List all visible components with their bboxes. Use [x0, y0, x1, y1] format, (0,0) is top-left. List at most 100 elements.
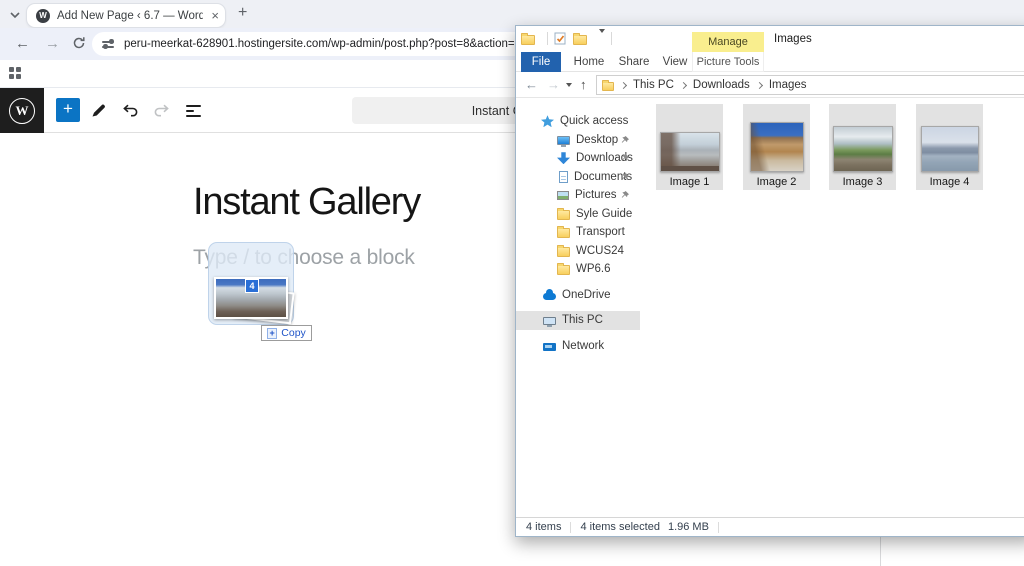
screen: W Add New Page ‹ 6.7 — WordPre × + ← → p… [0, 0, 1024, 566]
address-bar[interactable]: This PC Downloads Images [596, 75, 1024, 95]
new-tab-button[interactable]: + [238, 4, 247, 22]
sidebar-item-icon [543, 317, 556, 325]
sidebar-item-label: Syle Guide [576, 208, 632, 220]
wordpress-favicon-icon: W [36, 9, 50, 23]
page-title[interactable]: Instant Gallery [193, 181, 420, 224]
explorer-back-icon[interactable]: ← [525, 77, 538, 92]
properties-icon[interactable] [554, 32, 567, 45]
ribbon-tabs: File Home Share View Picture Tools [516, 52, 1024, 72]
site-info-icon[interactable] [102, 38, 116, 50]
reload-icon[interactable] [72, 36, 86, 50]
pin-icon [620, 190, 630, 200]
chevron-down-icon[interactable] [8, 9, 22, 21]
file-tile[interactable]: Image 3 [829, 104, 896, 190]
window-title: Images [774, 33, 812, 45]
file-thumbnail [921, 126, 979, 172]
explorer-navbar: ← → ↑ This PC Downloads Images [516, 72, 1024, 98]
pin-icon [620, 135, 630, 145]
sidebar-item-icon [557, 152, 570, 164]
tab-share[interactable]: Share [615, 52, 653, 72]
file-name: Image 4 [916, 176, 983, 188]
close-tab-icon[interactable]: × [211, 9, 219, 22]
sidebar-item-icon [557, 265, 570, 275]
sidebar-item-icon [543, 343, 556, 351]
apps-grid-icon[interactable] [9, 67, 22, 80]
status-item-count: 4 items [526, 521, 561, 533]
history-dropdown-icon[interactable] [566, 83, 572, 87]
file-thumbnail [750, 122, 804, 172]
undo-icon[interactable] [121, 102, 139, 118]
edit-pencil-icon[interactable] [90, 102, 107, 119]
explorer-up-icon[interactable]: ↑ [580, 77, 587, 92]
browser-tab-strip: W Add New Page ‹ 6.7 — WordPre × + [0, 0, 1024, 28]
sidebar-item-label: Quick access [560, 115, 628, 127]
sidebar-item-label: Network [562, 340, 604, 352]
address-folder-icon [602, 82, 614, 91]
settings-sidebar-divider [880, 537, 881, 566]
sidebar-item[interactable]: Downloads [516, 149, 640, 168]
tab-title: Add New Page ‹ 6.7 — WordPre [57, 10, 203, 22]
file-thumbnail [660, 132, 720, 172]
breadcrumb-item[interactable]: Downloads [674, 79, 750, 91]
sidebar-item[interactable]: OneDrive [516, 286, 640, 305]
back-icon[interactable]: ← [15, 35, 30, 52]
sidebar-item-label: This PC [562, 314, 603, 326]
sidebar-item-label: Pictures [575, 189, 617, 201]
redo-icon[interactable] [153, 102, 171, 118]
sidebar-item[interactable]: WP6.6 [516, 260, 640, 279]
status-bar: 4 items 4 items selected 1.96 MB [516, 517, 1024, 536]
sidebar-item-icon [557, 228, 570, 238]
sidebar-item[interactable]: Transport [516, 223, 640, 242]
tab-picture-tools[interactable]: Picture Tools [692, 52, 764, 72]
forward-icon[interactable]: → [45, 35, 60, 52]
file-list: Image 1 Image 2 Image 3 Image 4 [640, 98, 1024, 517]
sidebar-item[interactable]: Network [516, 337, 640, 356]
block-inserter-button[interactable]: + [56, 98, 80, 122]
sidebar-item[interactable]: This PC [516, 311, 640, 330]
sidebar-item-icon [559, 171, 568, 183]
copy-label: Copy [281, 327, 306, 339]
breadcrumb-item[interactable]: This PC [614, 79, 674, 91]
sidebar-item-label: WCUS24 [576, 245, 624, 257]
sidebar-item[interactable]: Pictures [516, 186, 640, 205]
sidebar-item-icon [543, 293, 556, 300]
browser-tab[interactable]: W Add New Page ‹ 6.7 — WordPre × [26, 3, 226, 28]
file-tile[interactable]: Image 2 [743, 104, 810, 190]
breadcrumb-item[interactable]: Images [750, 79, 807, 91]
sidebar-item-label: Desktop [576, 134, 618, 146]
sidebar-item[interactable]: Desktop [516, 131, 640, 150]
plus-icon: + [267, 328, 277, 339]
sidebar-item[interactable]: Quick access [516, 112, 640, 131]
file-explorer-window: Manage Images File Home Share View Pictu… [515, 25, 1024, 537]
sidebar-item[interactable]: WCUS24 [516, 242, 640, 261]
pin-icon [620, 172, 630, 182]
tab-file[interactable]: File [521, 52, 561, 72]
folder-icon [521, 35, 535, 45]
qat-customize-icon[interactable] [599, 33, 605, 45]
explorer-sidebar: Quick access Desktop Downloads [516, 98, 640, 517]
sidebar-item-icon [557, 210, 570, 220]
explorer-forward-icon[interactable]: → [547, 77, 560, 92]
tab-view[interactable]: View [659, 52, 691, 72]
file-thumbnail [833, 126, 893, 172]
status-selected-size: 1.96 MB [668, 521, 709, 533]
explorer-titlebar[interactable]: Manage Images [516, 26, 1024, 52]
url-text[interactable]: peru-meerkat-628901.hostingersite.com/wp… [124, 38, 533, 50]
sidebar-item-label: OneDrive [562, 289, 611, 301]
file-name: Image 1 [656, 176, 723, 188]
drag-ghost: 4 [208, 242, 294, 325]
document-overview-icon[interactable] [186, 105, 201, 117]
wordpress-logo-icon[interactable]: W [0, 88, 44, 133]
copy-drop-tooltip: + Copy [261, 325, 312, 341]
file-tile[interactable]: Image 4 [916, 104, 983, 190]
tab-home[interactable]: Home [571, 52, 607, 72]
pin-icon [620, 153, 630, 163]
sidebar-item[interactable]: Documents [516, 168, 640, 187]
sidebar-item-icon [557, 247, 570, 257]
sidebar-item-icon [557, 136, 570, 145]
explorer-body: Quick access Desktop Downloads [516, 98, 1024, 517]
sidebar-item[interactable]: Syle Guide [516, 205, 640, 224]
new-folder-icon[interactable] [573, 35, 587, 45]
file-tile[interactable]: Image 1 [656, 104, 723, 190]
manage-contextual-tab[interactable]: Manage [692, 32, 764, 52]
